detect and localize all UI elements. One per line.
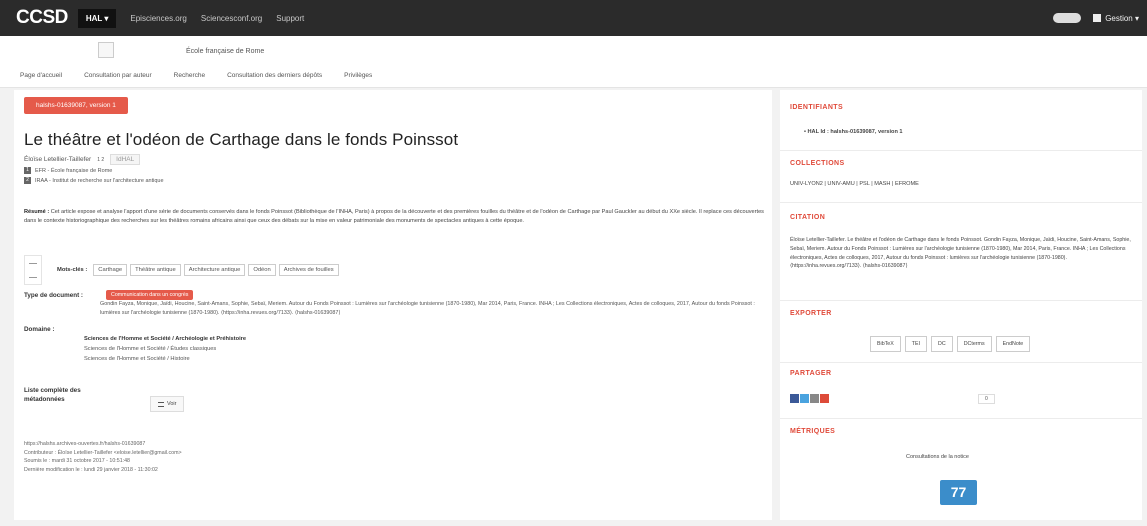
user-menu-label: Gestion ▾ [1105, 13, 1139, 23]
metrics-caption: Consultations de la notice [906, 454, 969, 460]
domain-item[interactable]: Sciences de l'Homme et Société / Études … [84, 344, 246, 354]
identifiers-title: IDENTIFIANTS [790, 104, 844, 111]
page-title: Le théâtre et l'odéon de Carthage dans l… [24, 130, 459, 149]
list-icon [158, 401, 164, 407]
domain-item[interactable]: Sciences de l'Homme et Société / Histoir… [84, 354, 246, 364]
domain-label: Domaine : [24, 326, 55, 333]
affiliation-number: 1 [24, 167, 31, 174]
metadata-label: Liste complète des métadonnées [24, 387, 81, 403]
domain-list: Sciences de l'Homme et Société / Archéol… [84, 334, 246, 364]
export-title: EXPORTER [790, 310, 832, 317]
nav-hal[interactable]: HAL ▾ [77, 8, 117, 28]
document-reference: Gondin Fayza, Monique, Jaïdi, Houcine, S… [100, 301, 755, 316]
affiliation-1: 1 EFR - École française de Rome [24, 167, 112, 174]
record-footer: https://halshs.archives-ouvertes.fr/hals… [24, 440, 182, 474]
citation-text: Éloïse Letellier-Taillefer. Le théâtre e… [790, 237, 1131, 270]
metrics-title: MÉTRIQUES [790, 428, 836, 435]
user-menu[interactable]: Gestion ▾ [1093, 14, 1139, 23]
keyword-chip[interactable]: Archives de fouilles [278, 264, 339, 276]
top-navbar: CCSD HAL ▾ Episciences.org Sciencesconf.… [0, 0, 1147, 36]
divider [780, 150, 1142, 151]
record-url[interactable]: https://halshs.archives-ouvertes.fr/hals… [24, 440, 182, 449]
ccsd-logo[interactable]: CCSD [16, 7, 68, 29]
metrics-views-count: 77 [940, 480, 977, 505]
export-buttons: BibTeX TEI DC DCterms EndNote [870, 336, 1031, 352]
menu-privileges[interactable]: Privilèges [344, 72, 372, 79]
doctype-badge: Communication dans un congrès [106, 290, 194, 300]
share-title: PARTAGER [790, 370, 832, 377]
abstract-text: Cet article expose et analyse l'apport d… [24, 209, 764, 224]
idhal-button[interactable]: IdHAL [110, 154, 141, 165]
abstract: Résumé : Cet article expose et analyse l… [24, 208, 766, 226]
doctype-label: Type de document : [24, 292, 84, 299]
export-endnote-button[interactable]: EndNote [995, 336, 1031, 352]
author-affiliation-refs: 1 2 [97, 156, 105, 163]
divider [780, 300, 1142, 301]
email-icon[interactable] [810, 394, 819, 403]
export-dc-button[interactable]: DC [931, 336, 953, 352]
menu-latest-deposits[interactable]: Consultation des derniers dépôts [227, 72, 322, 79]
facebook-icon[interactable] [790, 394, 799, 403]
twitter-icon[interactable] [800, 394, 809, 403]
collections-list[interactable]: UNIV-LYON2 | UNIV-AMU | PSL | MASH | EFR… [790, 180, 919, 189]
affiliation-number: 2 [24, 177, 31, 184]
user-icon [1093, 14, 1102, 22]
keyword-chip[interactable]: Architecture antique [183, 264, 246, 276]
record-submitted: Soumis le : mardi 31 octobre 2017 - 10:5… [24, 458, 130, 464]
divider [780, 362, 1142, 363]
keyword-chip[interactable]: Carthage [93, 264, 128, 276]
domain-item[interactable]: Sciences de l'Homme et Société / Archéol… [84, 334, 246, 344]
version-badge[interactable]: halshs-01639087, version 1 [24, 97, 128, 114]
sidebar: IDENTIFIANTS • HAL Id : halshs-01639087,… [780, 90, 1142, 520]
affiliation-text[interactable]: EFR - École française de Rome [35, 168, 112, 174]
abstract-label: Résumé : [24, 209, 50, 215]
export-tei-button[interactable]: TEI [904, 336, 928, 352]
portal-name: École française de Rome [186, 48, 265, 55]
keyword-chip[interactable]: Odéon [248, 264, 276, 276]
nav-episciences[interactable]: Episciences.org [130, 14, 186, 23]
export-bibtex-button[interactable]: BibTeX [870, 336, 901, 352]
view-metadata-button[interactable]: Voir [150, 396, 185, 412]
collections-title: COLLECTIONS [790, 160, 845, 167]
menu-home[interactable]: Page d'accueil [20, 72, 62, 79]
record-contributor: Contributeur : Éloïse Letellier-Taillefe… [24, 449, 182, 456]
author-name[interactable]: Éloïse Letellier-Taillefer [24, 156, 91, 163]
affiliation-2: 2 IRAA - Institut de recherche sur l'arc… [24, 177, 164, 184]
nav-sciencesconf[interactable]: Sciencesconf.org [201, 14, 262, 23]
citation-title: CITATION [790, 214, 826, 221]
hal-id: • HAL Id : halshs-01639087, version 1 [804, 129, 903, 135]
affiliation-text[interactable]: IRAA - Institut de recherche sur l'archi… [35, 178, 164, 184]
menu-search[interactable]: Recherche [174, 72, 205, 79]
authors-line: Éloïse Letellier-Taillefer 1 2 IdHAL [24, 154, 141, 165]
keyword-language-tabs[interactable] [24, 255, 42, 285]
divider [780, 418, 1142, 419]
portal-menu: Page d'accueil Consultation par auteur R… [20, 72, 372, 79]
nav-support[interactable]: Support [276, 14, 304, 23]
keywords-row: Mots-clés : Carthage Théâtre antique Arc… [24, 255, 339, 285]
language-toggle[interactable] [1053, 13, 1082, 23]
share-icons [790, 394, 829, 403]
menu-browse-author[interactable]: Consultation par auteur [84, 72, 152, 79]
export-dcterms-button[interactable]: DCterms [956, 336, 992, 352]
keyword-chip[interactable]: Théâtre antique [130, 264, 181, 276]
view-metadata-label: Voir [167, 401, 177, 407]
divider [780, 202, 1142, 203]
record-modified: Dernière modification le : lundi 29 janv… [24, 466, 158, 473]
portal-logo[interactable] [98, 42, 114, 58]
share-count: 0 [978, 394, 995, 404]
portal-header: École française de Rome Page d'accueil C… [0, 36, 1147, 88]
main-content: halshs-01639087, version 1 Le théâtre et… [14, 90, 772, 520]
keywords-label: Mots-clés : [57, 267, 88, 273]
google-plus-icon[interactable] [820, 394, 829, 403]
